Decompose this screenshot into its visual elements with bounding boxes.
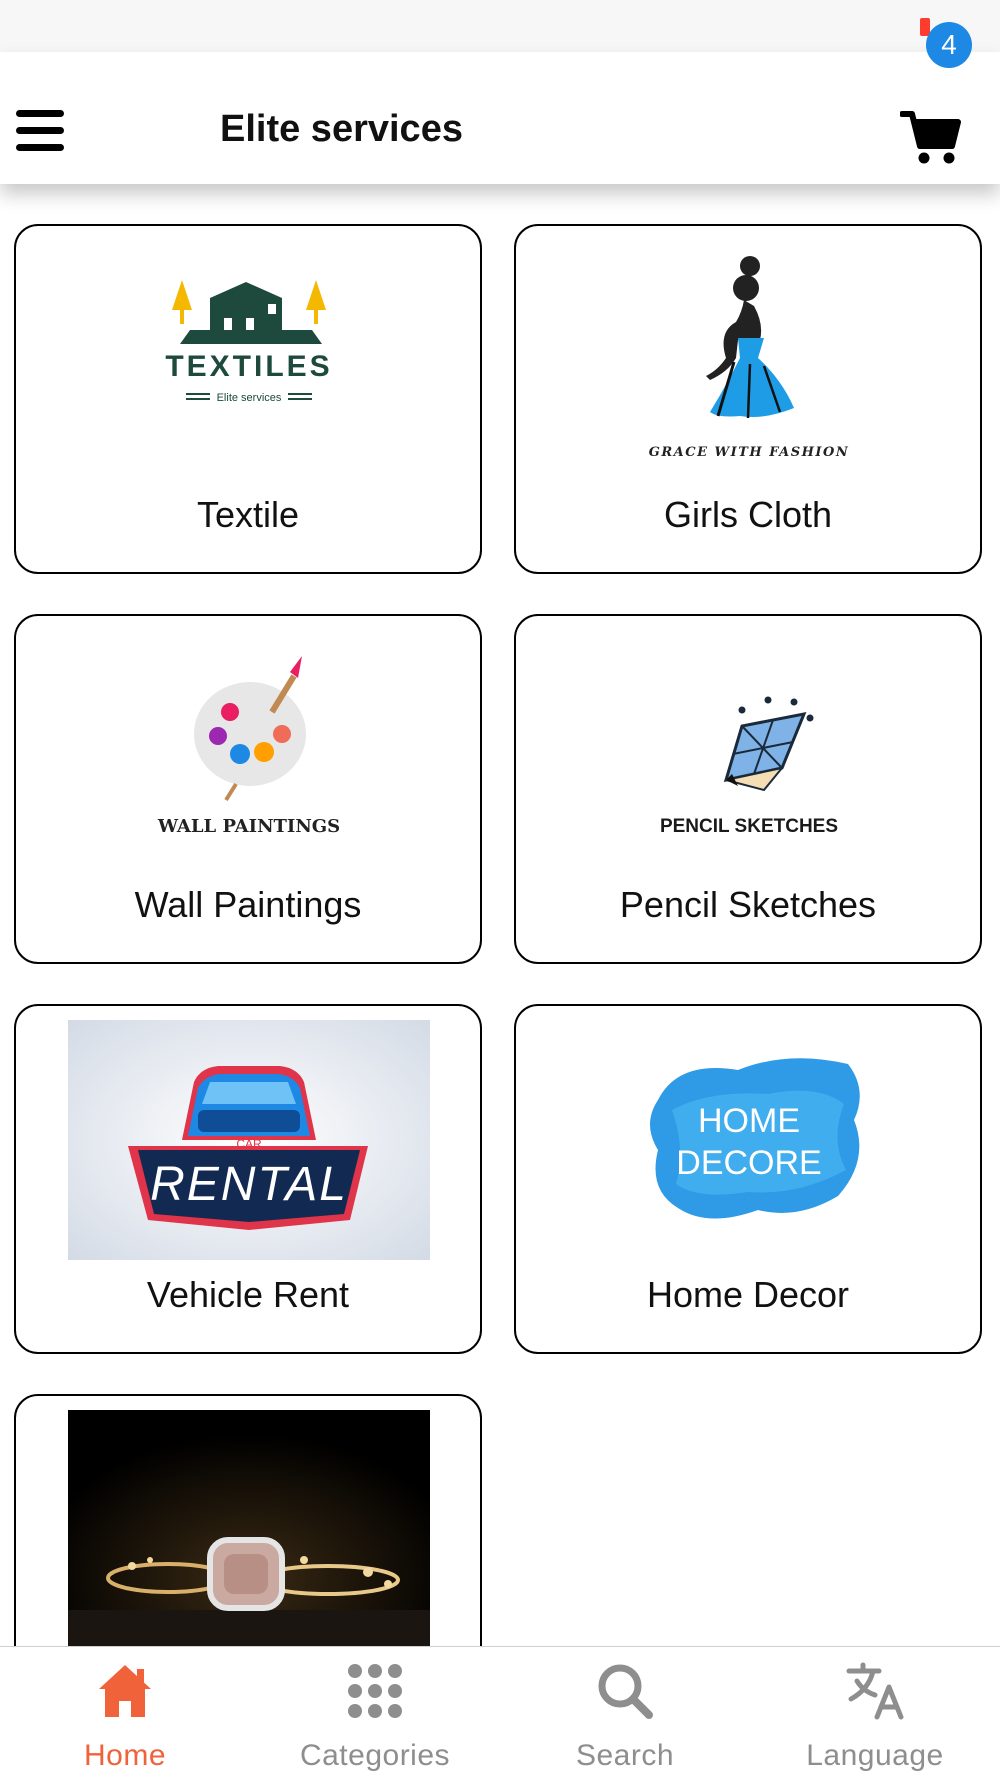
svg-text:Elite services: Elite services: [217, 392, 282, 404]
textiles-logo: TEXTILES Elite services: [165, 280, 332, 404]
status-bar: [0, 0, 1000, 52]
cart-button[interactable]: [899, 110, 962, 166]
category-label: Home Decor: [646, 1274, 850, 1315]
category-card-jewellery[interactable]: [14, 1394, 482, 1646]
nav-language[interactable]: Language: [750, 1647, 1000, 1779]
car-rental-logo: CAR RENTAL: [68, 1020, 430, 1260]
nav-search[interactable]: Search: [500, 1647, 750, 1779]
pencil-sketches-logo: PENCIL SKETCHES: [660, 696, 838, 837]
home-icon: [99, 1665, 151, 1717]
nav-label: Search: [575, 1739, 675, 1772]
svg-text:HOME: HOME: [698, 1102, 800, 1140]
cart-icon: [899, 111, 961, 164]
hamburger-icon: [16, 110, 64, 117]
search-icon: [598, 1664, 653, 1719]
translate-icon: [846, 1662, 904, 1720]
svg-text:WALL PAINTINGS: WALL PAINTINGS: [157, 816, 340, 837]
nav-label: Home: [83, 1739, 167, 1772]
category-label: Girls Cloth: [663, 494, 833, 535]
app-header: Elite services: [0, 52, 1000, 184]
home-decore-logo: HOME DECORE: [650, 1058, 860, 1219]
wall-paintings-logo: WALL PAINTINGS: [157, 656, 340, 837]
category-card-wall-paintings[interactable]: WALL PAINTINGS Wall Paintings: [14, 614, 482, 964]
svg-text:DECORE: DECORE: [676, 1144, 821, 1182]
fashion-logo: GRACE WITH FASHION: [649, 256, 849, 460]
nav-label: Language: [806, 1739, 944, 1772]
svg-text:RENTAL: RENTAL: [150, 1158, 348, 1211]
bottom-nav: Home Categories Search Language: [0, 1646, 1000, 1779]
svg-text:PENCIL SKETCHES: PENCIL SKETCHES: [660, 816, 838, 837]
category-label: Textile: [196, 494, 300, 535]
ring-photo: [68, 1410, 430, 1646]
nav-home[interactable]: Home: [0, 1647, 250, 1779]
category-label: Pencil Sketches: [619, 884, 877, 925]
nav-categories[interactable]: Categories: [250, 1647, 500, 1779]
svg-text:CAR: CAR: [236, 1137, 262, 1151]
cart-count-badge: 4: [926, 22, 972, 68]
category-label: Vehicle Rent: [146, 1274, 350, 1315]
nav-label: Categories: [299, 1739, 451, 1772]
category-card-vehicle-rent[interactable]: CAR RENTAL Vehicle Rent: [14, 1004, 482, 1354]
menu-button[interactable]: [16, 110, 64, 151]
svg-text:GRACE WITH FASHION: GRACE WITH FASHION: [649, 445, 849, 460]
category-card-girls-cloth[interactable]: GRACE WITH FASHION Girls Cloth: [514, 224, 982, 574]
page-title: Elite services: [220, 108, 463, 150]
category-label: Wall Paintings: [134, 884, 362, 925]
category-card-pencil-sketches[interactable]: PENCIL SKETCHES Pencil Sketches: [514, 614, 982, 964]
category-card-textile[interactable]: TEXTILES Elite services Textile: [14, 224, 482, 574]
grid-dots-icon: [348, 1664, 402, 1718]
category-grid: TEXTILES Elite services Textile GRACE WI…: [0, 184, 1000, 1646]
svg-text:TEXTILES: TEXTILES: [165, 350, 332, 383]
category-card-home-decor[interactable]: HOME DECORE Home Decor: [514, 1004, 982, 1354]
